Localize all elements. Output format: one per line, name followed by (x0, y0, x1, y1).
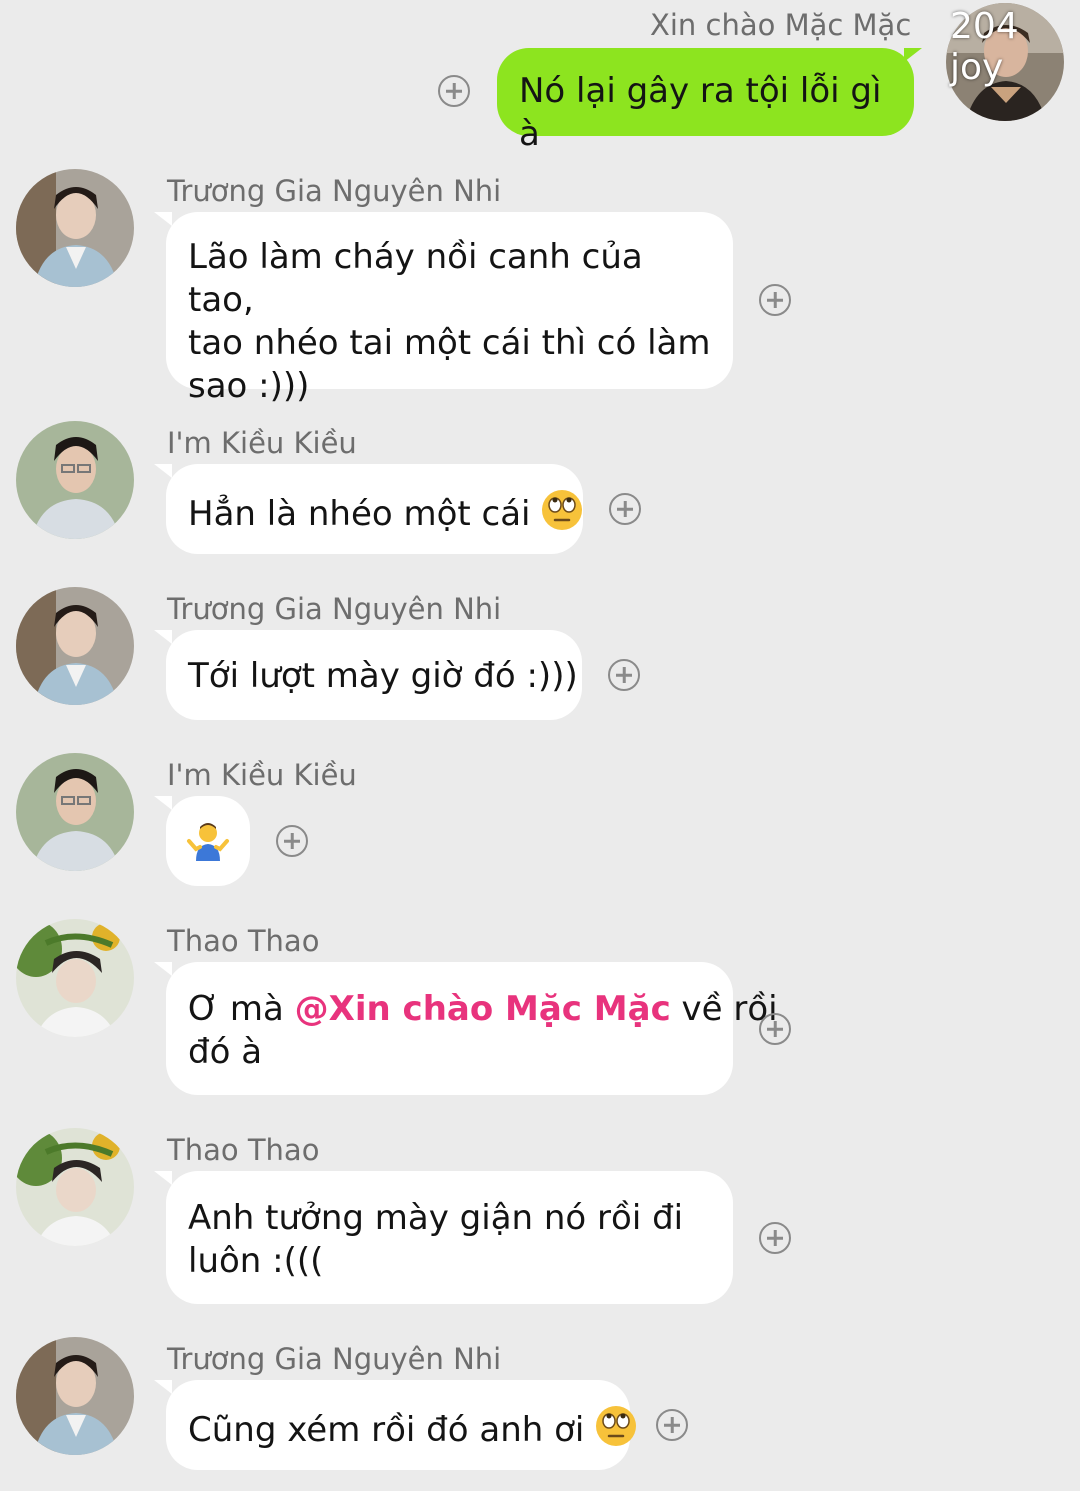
bubble-tail (154, 1171, 172, 1185)
eye-roll-emoji (595, 1405, 637, 1458)
sender-name: Thao Thao (167, 1133, 320, 1167)
avatar-photo-icon (16, 1128, 134, 1246)
sender-name: Trương Gia Nguyên Nhi (167, 1342, 502, 1376)
sender-name: Trương Gia Nguyên Nhi (167, 174, 502, 208)
bubble-tail (154, 1380, 172, 1394)
message-line: tao nhéo tai một cái thì có làm (188, 323, 711, 363)
avatar[interactable] (16, 753, 134, 871)
avatar-photo-icon (16, 1337, 134, 1455)
add-reaction-icon[interactable] (276, 825, 308, 857)
sender-name: Thao Thao (167, 924, 320, 958)
avatar[interactable] (16, 169, 134, 287)
message-text: Tới lượt mày giờ đó :))) (188, 656, 578, 696)
avatar-photo-icon (16, 421, 134, 539)
sender-name: I'm Kiều Kiều (167, 426, 357, 460)
message-text: Cũng xém rồi đó anh ơi (188, 1410, 585, 1450)
bubble-tail (154, 630, 172, 644)
bubble-tail (154, 796, 172, 810)
add-reaction-icon[interactable] (656, 1409, 688, 1441)
outgoing-sender-name: Xin chào Mặc Mặc (650, 8, 912, 42)
avatar[interactable] (16, 1128, 134, 1246)
outgoing-message-text: Nó lại gây ra tội lỗi gì à (519, 71, 882, 154)
message-bubble[interactable] (166, 796, 250, 886)
sender-name: Trương Gia Nguyên Nhi (167, 592, 502, 626)
add-reaction-icon[interactable] (759, 284, 791, 316)
avatar-photo-icon (16, 587, 134, 705)
avatar-photo-icon (16, 753, 134, 871)
add-reaction-icon[interactable] (609, 493, 641, 525)
add-reaction-icon[interactable] (438, 75, 470, 107)
outgoing-bubble-tail (904, 48, 922, 62)
shrug-emoji (186, 819, 230, 874)
add-reaction-icon[interactable] (608, 659, 640, 691)
message-bubble[interactable]: Ơ mà @Xin chào Mặc Mặc về rồi đó à (166, 962, 778, 1095)
outgoing-bubble[interactable]: Nó lại gây ra tội lỗi gì à (497, 48, 914, 154)
message-line: Anh tưởng mày giận nó rồi đi (188, 1198, 684, 1238)
avatar-photo-icon (16, 169, 134, 287)
mention-link[interactable]: @Xin chào Mặc Mặc (295, 989, 671, 1029)
sender-name: I'm Kiều Kiều (167, 758, 357, 792)
avatar[interactable] (16, 421, 134, 539)
message-line: sao :))) (188, 366, 310, 406)
message-bubble[interactable]: Cũng xém rồi đó anh ơi (166, 1380, 637, 1470)
add-reaction-icon[interactable] (759, 1222, 791, 1254)
message-text: Ơ mà (188, 989, 295, 1029)
message-bubble[interactable]: Lão làm cháy nồi canh của tao, tao nhéo … (166, 212, 733, 406)
avatar-overlay-label: 204 joy (950, 6, 1019, 88)
eye-roll-emoji (541, 489, 583, 542)
message-bubble[interactable]: Anh tưởng mày giận nó rồi đi luôn :((( (166, 1171, 733, 1304)
message-line: đó à (188, 1032, 263, 1072)
add-reaction-icon[interactable] (759, 1013, 791, 1045)
bubble-tail (154, 962, 172, 976)
message-line: Ơ mà @Xin chào Mặc Mặc về rồi (188, 988, 778, 1031)
avatar[interactable] (16, 919, 134, 1037)
message-line: Lão làm cháy nồi canh của tao, (188, 237, 643, 320)
bubble-tail (154, 212, 172, 226)
avatar[interactable] (16, 587, 134, 705)
avatar[interactable] (16, 1337, 134, 1455)
message-line: luôn :((( (188, 1241, 324, 1281)
message-text: Hẳn là nhéo một cái (188, 494, 531, 534)
message-bubble[interactable]: Hẳn là nhéo một cái (166, 464, 583, 554)
avatar-photo-icon (16, 919, 134, 1037)
message-bubble[interactable]: Tới lượt mày giờ đó :))) (166, 630, 582, 720)
bubble-tail (154, 464, 172, 478)
